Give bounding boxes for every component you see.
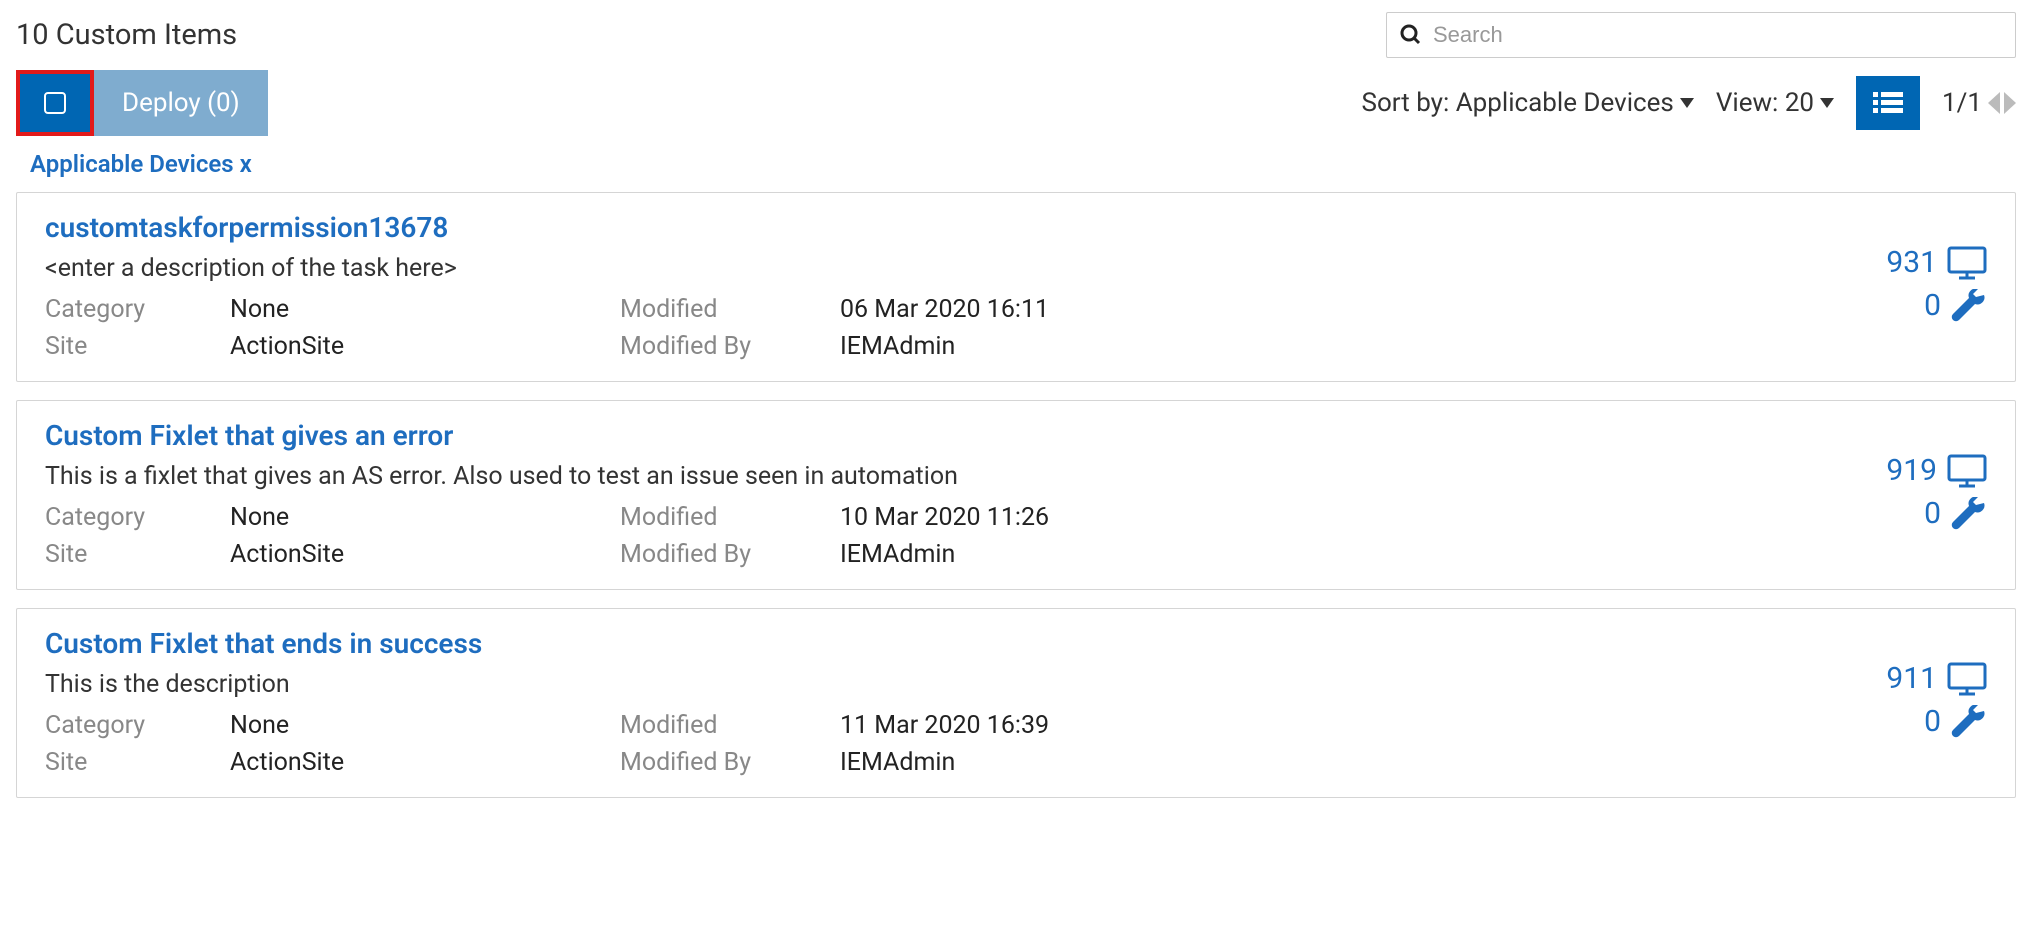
category-value: None bbox=[230, 503, 620, 532]
modified-by-value: IEMAdmin bbox=[840, 540, 1886, 569]
applicable-devices-count[interactable]: 931 bbox=[1886, 245, 1987, 280]
wrench-icon bbox=[1951, 705, 1987, 739]
action-count-value: 0 bbox=[1924, 704, 1941, 739]
item-title-link[interactable]: Custom Fixlet that ends in success bbox=[45, 627, 1886, 660]
category-label: Category bbox=[45, 711, 230, 740]
site-value: ActionSite bbox=[230, 332, 620, 361]
site-value: ActionSite bbox=[230, 748, 620, 777]
category-value: None bbox=[230, 711, 620, 740]
modified-by-label: Modified By bbox=[620, 332, 840, 361]
view-count-dropdown[interactable]: View: 20 bbox=[1716, 88, 1834, 118]
deploy-button-label: Deploy (0) bbox=[122, 88, 240, 118]
applicable-devices-count[interactable]: 919 bbox=[1886, 453, 1987, 488]
monitor-icon bbox=[1947, 246, 1987, 280]
list-item: Custom Fixlet that gives an error This i… bbox=[16, 400, 2016, 590]
search-icon bbox=[1399, 23, 1423, 47]
actions-count[interactable]: 0 bbox=[1924, 288, 1987, 323]
device-count-value: 911 bbox=[1886, 661, 1937, 696]
chevron-down-icon bbox=[1680, 98, 1694, 108]
item-description: This is a fixlet that gives an AS error.… bbox=[45, 462, 1886, 491]
category-label: Category bbox=[45, 503, 230, 532]
view-value: 20 bbox=[1785, 88, 1814, 118]
prev-page-button[interactable] bbox=[1988, 92, 2002, 114]
list-item: customtaskforpermission13678 <enter a de… bbox=[16, 192, 2016, 382]
modified-by-label: Modified By bbox=[620, 540, 840, 569]
search-input[interactable] bbox=[1433, 22, 2003, 48]
item-title-link[interactable]: customtaskforpermission13678 bbox=[45, 211, 1886, 244]
page-indicator-text: 1/1 bbox=[1942, 88, 1982, 118]
item-description: <enter a description of the task here> bbox=[45, 254, 1886, 283]
monitor-icon bbox=[1947, 454, 1987, 488]
search-box[interactable] bbox=[1386, 12, 2016, 58]
item-title-link[interactable]: Custom Fixlet that gives an error bbox=[45, 419, 1886, 452]
list-view-button[interactable] bbox=[1856, 76, 1920, 130]
modified-value: 11 Mar 2020 16:39 bbox=[840, 711, 1886, 740]
modified-by-label: Modified By bbox=[620, 748, 840, 777]
modified-label: Modified bbox=[620, 295, 840, 324]
chevron-down-icon bbox=[1820, 98, 1834, 108]
modified-value: 06 Mar 2020 16:11 bbox=[840, 295, 1886, 324]
applicable-devices-count[interactable]: 911 bbox=[1886, 661, 1987, 696]
view-label: View: bbox=[1716, 88, 1779, 118]
filter-chip-applicable-devices[interactable]: Applicable Devices x bbox=[30, 150, 252, 178]
deploy-button[interactable]: Deploy (0) bbox=[94, 70, 268, 136]
category-label: Category bbox=[45, 295, 230, 324]
device-count-value: 931 bbox=[1886, 245, 1937, 280]
category-value: None bbox=[230, 295, 620, 324]
modified-by-value: IEMAdmin bbox=[840, 332, 1886, 361]
modified-label: Modified bbox=[620, 503, 840, 532]
modified-label: Modified bbox=[620, 711, 840, 740]
action-count-value: 0 bbox=[1924, 496, 1941, 531]
actions-count[interactable]: 0 bbox=[1924, 704, 1987, 739]
action-count-value: 0 bbox=[1924, 288, 1941, 323]
wrench-icon bbox=[1951, 497, 1987, 531]
page-title: 10 Custom Items bbox=[16, 18, 237, 52]
site-value: ActionSite bbox=[230, 540, 620, 569]
next-page-button[interactable] bbox=[2002, 92, 2016, 114]
site-label: Site bbox=[45, 332, 230, 361]
checkbox-icon bbox=[44, 92, 66, 114]
actions-count[interactable]: 0 bbox=[1924, 496, 1987, 531]
sort-by-dropdown[interactable]: Sort by: Applicable Devices bbox=[1362, 88, 1694, 118]
page-indicator: 1/1 bbox=[1942, 88, 2016, 118]
item-description: This is the description bbox=[45, 670, 1886, 699]
sort-by-label: Sort by: bbox=[1362, 88, 1450, 118]
site-label: Site bbox=[45, 540, 230, 569]
sort-by-value: Applicable Devices bbox=[1456, 88, 1674, 118]
monitor-icon bbox=[1947, 662, 1987, 696]
device-count-value: 919 bbox=[1886, 453, 1937, 488]
list-icon bbox=[1873, 92, 1903, 114]
wrench-icon bbox=[1951, 289, 1987, 323]
modified-by-value: IEMAdmin bbox=[840, 748, 1886, 777]
list-item: Custom Fixlet that ends in success This … bbox=[16, 608, 2016, 798]
modified-value: 10 Mar 2020 11:26 bbox=[840, 503, 1886, 532]
site-label: Site bbox=[45, 748, 230, 777]
select-all-checkbox[interactable] bbox=[16, 70, 94, 136]
